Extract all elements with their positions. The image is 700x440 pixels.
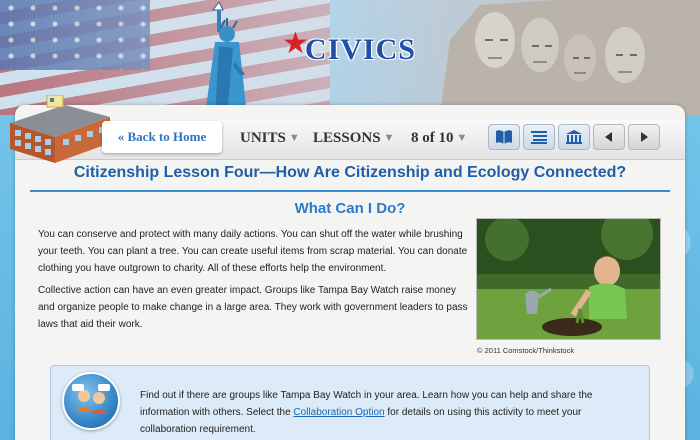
back-to-home-button[interactable]: « Back to Home [102, 121, 222, 153]
collaboration-people-icon [62, 372, 120, 430]
units-label: UNITS [240, 129, 286, 146]
page-indicator: 8 of 10 [411, 129, 454, 146]
logo-text: CIVICS [304, 33, 416, 66]
photo-image [477, 219, 660, 339]
caret-down-icon: ▼ [288, 132, 300, 144]
lessons-menu[interactable]: LESSONS ▼ [313, 128, 394, 148]
lessons-label: LESSONS [313, 129, 381, 146]
people-icon [72, 384, 110, 414]
page-selector[interactable]: 8 of 10 ▼ [411, 128, 467, 148]
civics-logo: ★ CIVICS [282, 29, 416, 70]
photo-caption: © 2011 Comstock/Thinkstock [477, 346, 575, 355]
mount-rushmore-image [440, 0, 700, 115]
right-arrow-icon [641, 132, 648, 142]
units-menu[interactable]: UNITS ▼ [240, 128, 300, 148]
section-heading: What Can I Do? [294, 200, 406, 217]
boy-planting-tree-photo [476, 218, 661, 340]
building-icon [566, 130, 582, 144]
list-icon [531, 131, 547, 144]
outline-button[interactable] [523, 124, 555, 150]
caret-down-icon: ▼ [383, 132, 395, 144]
previous-page-button[interactable] [593, 124, 625, 150]
lesson-title: Citizenship Lesson Four—How Are Citizens… [73, 164, 627, 181]
collaboration-text: Find out if there are groups like Tampa … [140, 387, 610, 438]
statue-of-liberty-image [205, 2, 247, 115]
collaboration-option-link[interactable]: Collaboration Option [293, 407, 384, 418]
book-icon [496, 130, 512, 144]
next-page-button[interactable] [628, 124, 660, 150]
school-building-image [10, 95, 110, 163]
title-divider [30, 190, 670, 192]
caret-down-icon: ▼ [456, 132, 468, 144]
resources-button[interactable] [558, 124, 590, 150]
left-arrow-icon [605, 132, 612, 142]
body-paragraph-2: Collective action can have an even great… [38, 285, 468, 330]
body-paragraph-1: You can conserve and protect with many d… [38, 229, 468, 274]
glossary-button[interactable] [488, 124, 520, 150]
